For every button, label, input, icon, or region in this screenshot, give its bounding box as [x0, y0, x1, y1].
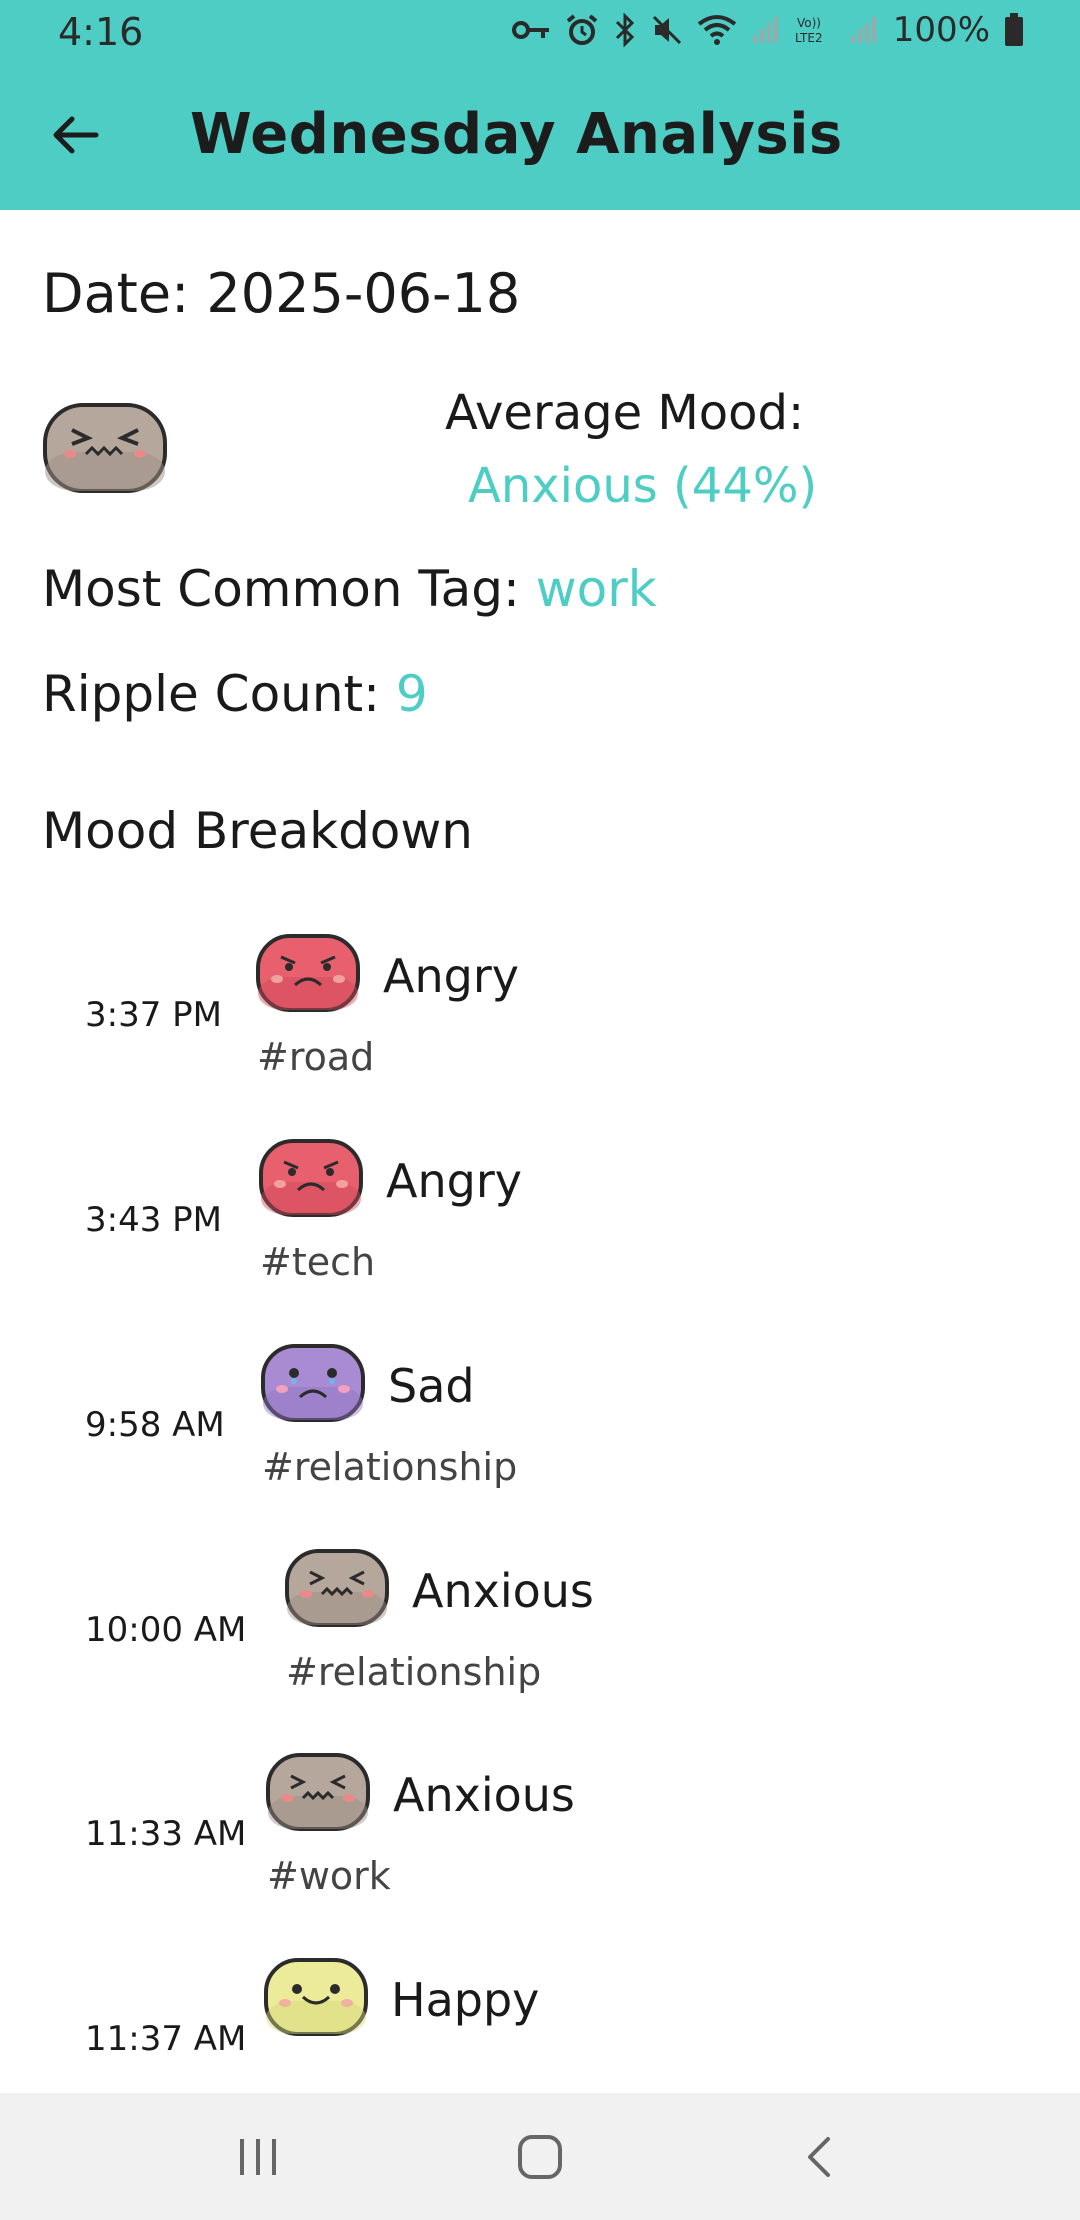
- status-bar: 4:16 Vo)) LTE2 100%: [0, 0, 1080, 70]
- nav-back-button[interactable]: [780, 2127, 860, 2187]
- mood-entry[interactable]: 3:43 PM Angry #tech: [0, 1138, 1080, 1328]
- entry-mood: Happy: [391, 1973, 540, 2027]
- entry-time: 11:33 AM: [85, 1814, 247, 1854]
- sad-face-icon: [261, 1344, 365, 1422]
- entry-tag: #tech: [260, 1240, 376, 1284]
- back-button[interactable]: [40, 100, 110, 170]
- home-button[interactable]: [500, 2127, 580, 2187]
- entry-time: 3:43 PM: [85, 1200, 222, 1240]
- entry-time: 10:00 AM: [85, 1610, 247, 1650]
- entry-time: 3:37 PM: [85, 995, 222, 1035]
- recent-apps-icon: [240, 2139, 276, 2175]
- entry-mood: Anxious: [412, 1564, 594, 1618]
- system-nav-bar: [0, 2093, 1080, 2220]
- angry-face-icon: [256, 934, 360, 1012]
- most-common-tag-value: work: [535, 560, 657, 618]
- svg-text:LTE2: LTE2: [795, 31, 823, 45]
- average-mood-face-icon: [42, 402, 168, 498]
- page-title: Wednesday Analysis: [190, 102, 843, 167]
- entry-tag: #relationship: [262, 1445, 518, 1489]
- entry-mood: Angry: [386, 1154, 522, 1208]
- anxious-face-icon: [285, 1549, 389, 1627]
- vpn-key-icon: [511, 21, 549, 39]
- svg-text:Vo)): Vo)): [797, 16, 821, 30]
- ripple-count-row: Ripple Count: 9: [42, 665, 428, 723]
- angry-face-icon: [259, 1139, 363, 1217]
- anxious-face-icon: [266, 1753, 370, 1831]
- average-mood-label: Average Mood:: [445, 385, 805, 441]
- bluetooth-icon: [615, 13, 634, 47]
- battery-icon: [1005, 13, 1023, 46]
- status-icons: Vo)) LTE2 100%: [511, 10, 1024, 50]
- mood-entry[interactable]: 10:00 AM Anxious #relationship: [0, 1548, 1080, 1738]
- app-bar: Wednesday Analysis: [0, 70, 1080, 210]
- entry-tag: #road: [257, 1035, 375, 1079]
- ripple-count-value: 9: [395, 665, 428, 723]
- signal-icon: [850, 17, 876, 43]
- wifi-icon: [697, 15, 737, 45]
- mood-entry[interactable]: 3:37 PM Angry #road: [0, 933, 1080, 1123]
- lte-icon: Vo))LTE2: [795, 16, 823, 45]
- entry-mood: Angry: [383, 949, 519, 1003]
- most-common-tag-label: Most Common Tag:: [42, 560, 536, 618]
- entry-time: 11:37 AM: [85, 2019, 247, 2059]
- entry-mood: Sad: [388, 1359, 475, 1413]
- mute-icon: [652, 15, 681, 45]
- battery-percent: 100%: [892, 10, 990, 50]
- mood-entry[interactable]: 9:58 AM Sad #relationship: [0, 1343, 1080, 1533]
- back-arrow-icon: [53, 116, 99, 154]
- section-title: Mood Breakdown: [42, 802, 473, 860]
- most-common-tag-row: Most Common Tag: work: [42, 560, 657, 618]
- home-icon: [518, 2135, 562, 2179]
- mood-entry[interactable]: 11:33 AM Anxious #work: [0, 1752, 1080, 1942]
- recent-apps-button[interactable]: [218, 2127, 298, 2187]
- entry-tag: #work: [267, 1854, 391, 1898]
- entry-tag: #relationship: [286, 1650, 542, 1694]
- status-time: 4:16: [58, 10, 144, 54]
- date-label: Date: 2025-06-18: [42, 262, 521, 325]
- average-mood-value: Anxious (44%): [468, 458, 818, 514]
- ripple-count-label: Ripple Count:: [42, 665, 396, 723]
- signal-icon: [752, 17, 778, 43]
- entry-time: 9:58 AM: [85, 1405, 225, 1445]
- nav-back-icon: [808, 2137, 830, 2177]
- entry-mood: Anxious: [393, 1768, 575, 1822]
- alarm-icon: [566, 14, 598, 45]
- happy-face-icon: [264, 1958, 368, 2036]
